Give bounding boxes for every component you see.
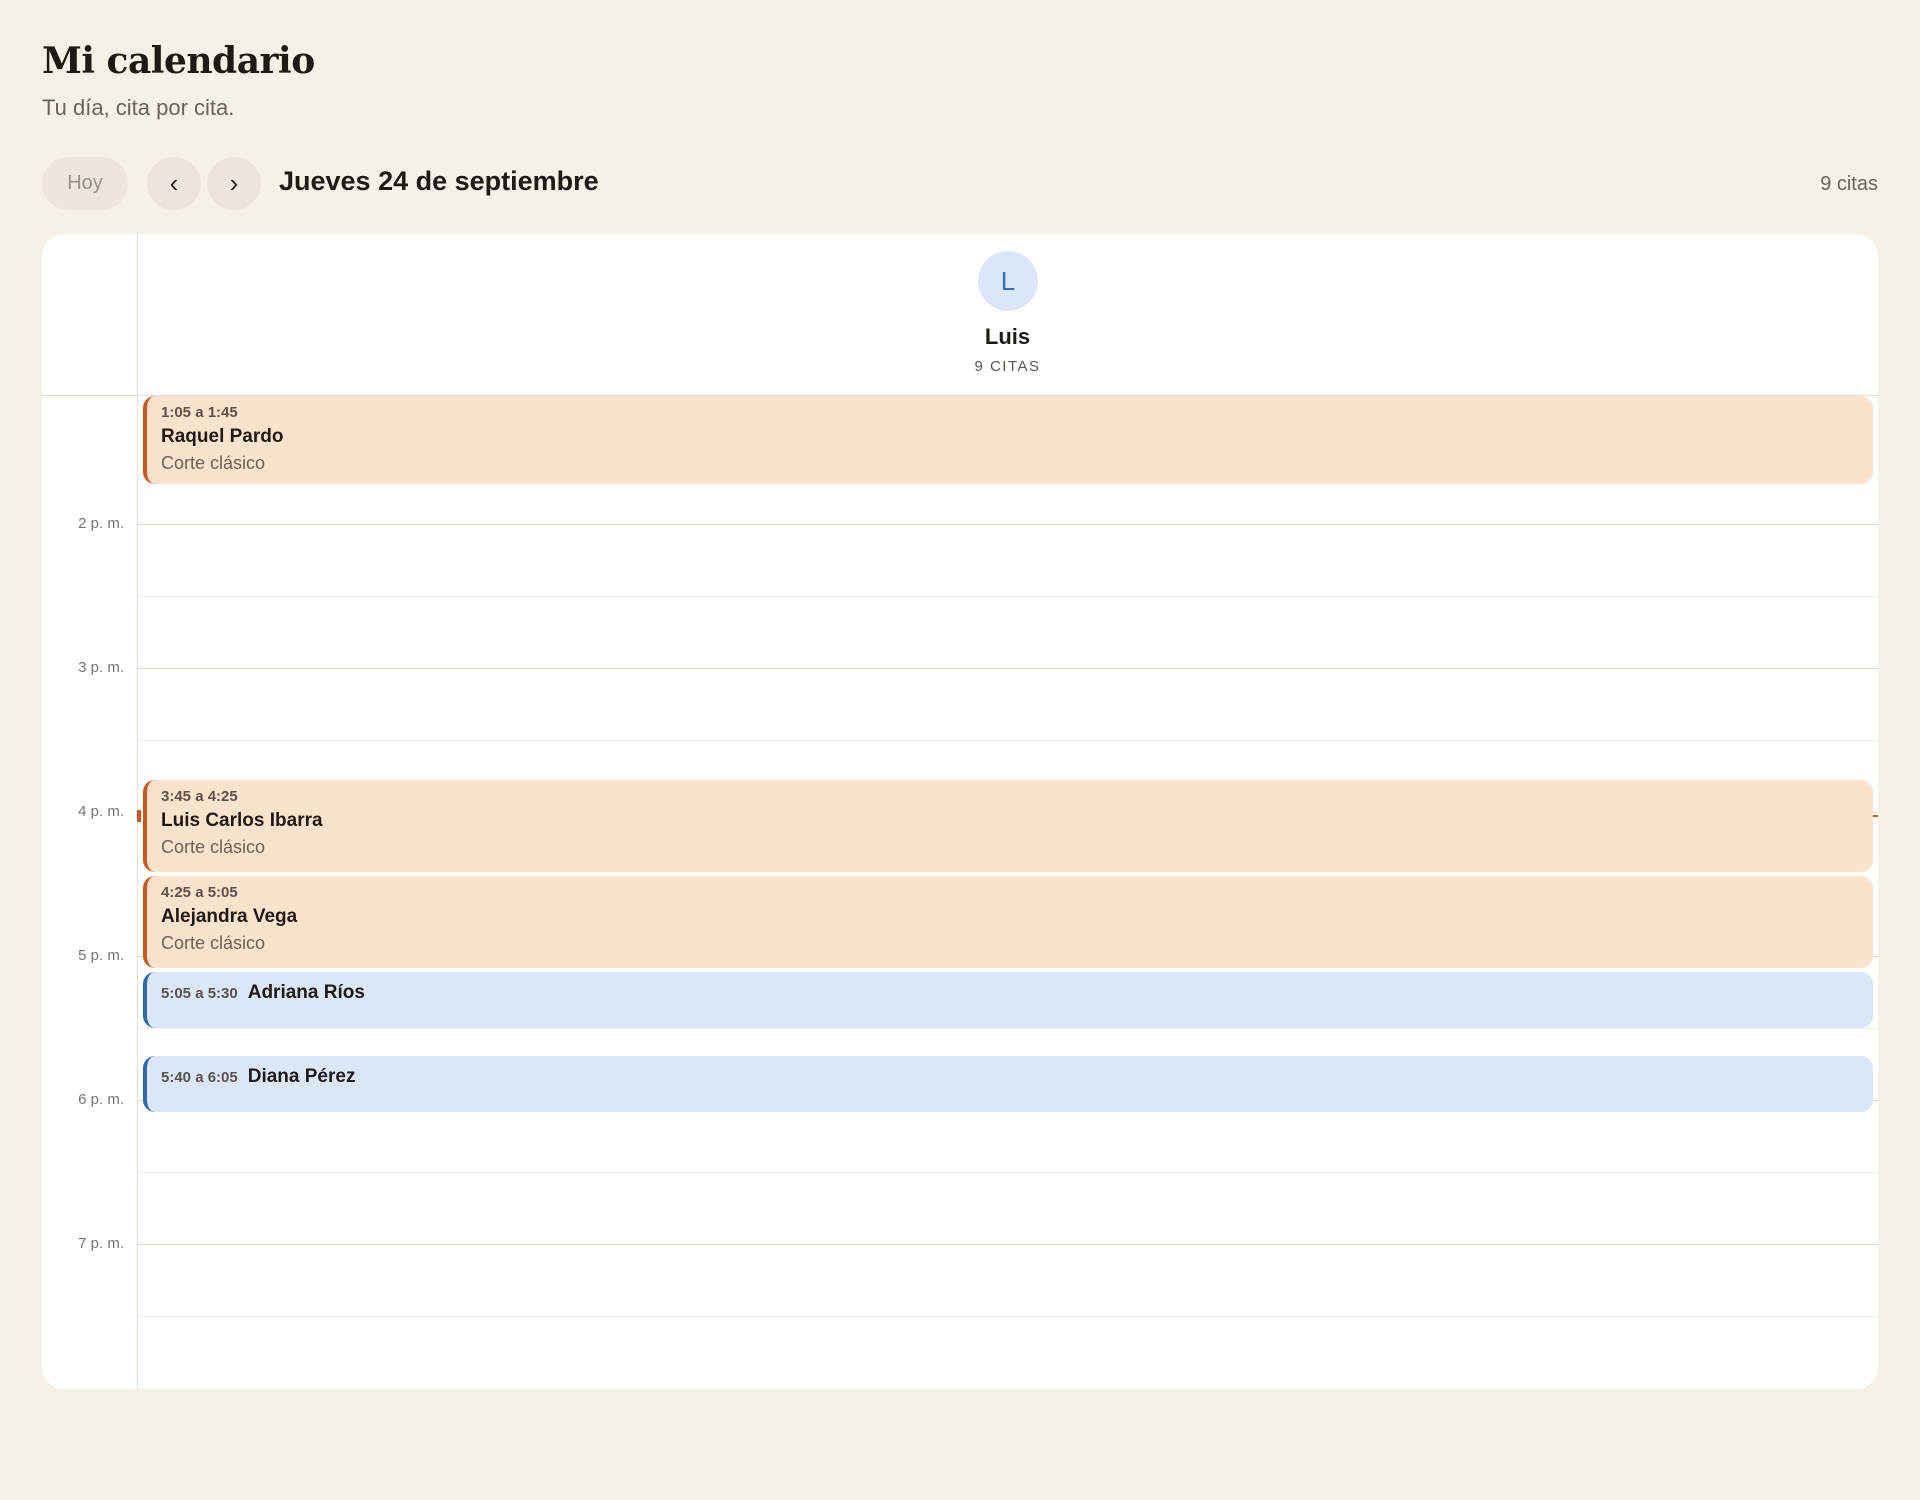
- appointment-client: Diana Pérez: [247, 1066, 356, 1087]
- appointment-summary: 5:05 a 5:30 Adriana Ríos: [161, 978, 1859, 1005]
- hour-label: 4 p. m.: [78, 803, 124, 820]
- current-time-marker: [137, 810, 141, 822]
- appointment-card[interactable]: 3:45 a 4:25 Luis Carlos Ibarra Corte clá…: [143, 780, 1873, 872]
- hour-label: 3 p. m.: [78, 659, 124, 676]
- appointment-time: 3:45 a 4:25: [161, 788, 238, 805]
- appointment-card[interactable]: 4:25 a 5:05 Alejandra Vega Corte clásico: [143, 876, 1873, 968]
- page-subtitle: Tu día, cita por cita.: [42, 95, 235, 120]
- appointment-time: 5:40 a 6:05: [161, 1069, 238, 1086]
- hour-line: [138, 524, 1878, 525]
- appointment-time: 4:25 a 5:05: [161, 884, 238, 901]
- appointment-service: Corte clásico: [161, 453, 266, 473]
- appointment-service: Corte clásico: [161, 837, 266, 857]
- today-button[interactable]: Hoy: [42, 157, 128, 210]
- half-hour-line: [138, 740, 1878, 741]
- half-hour-line: [138, 1028, 1878, 1029]
- hour-line: [138, 668, 1878, 669]
- chevron-right-icon: ›: [229, 168, 239, 198]
- appointment-summary: 5:40 a 6:05 Diana Pérez: [161, 1062, 1859, 1089]
- appointment-card[interactable]: 5:40 a 6:05 Diana Pérez: [143, 1056, 1873, 1112]
- prev-day-button[interactable]: ‹: [147, 157, 201, 210]
- staff-appointment-count: 9 CITAS: [974, 358, 1041, 375]
- hour-line: [138, 1244, 1878, 1245]
- hour-label: 2 p. m.: [78, 515, 124, 532]
- appointment-count: 9 citas: [1820, 173, 1878, 195]
- hour-label: 5 p. m.: [78, 947, 124, 964]
- appointment-client: Luis Carlos Ibarra: [161, 810, 323, 831]
- staff-name: Luis: [984, 324, 1031, 349]
- half-hour-line: [138, 1172, 1878, 1173]
- appointment-client: Alejandra Vega: [161, 906, 298, 927]
- next-day-button[interactable]: ›: [207, 157, 261, 210]
- hour-label: 7 p. m.: [78, 1235, 124, 1252]
- current-date: Jueves 24 de septiembre: [279, 166, 599, 196]
- page-title: Mi calendario: [42, 40, 315, 82]
- appointment-card[interactable]: 1:05 a 1:45 Raquel Pardo Corte clásico: [143, 396, 1873, 484]
- half-hour-line: [138, 1316, 1878, 1317]
- appointment-client: Adriana Ríos: [247, 982, 365, 1003]
- chevron-left-icon: ‹: [169, 168, 179, 198]
- appointment-time: 1:05 a 1:45: [161, 404, 238, 421]
- hour-label: 6 p. m.: [78, 1091, 124, 1108]
- staff-avatar[interactable]: L: [978, 251, 1038, 311]
- appointment-service: Corte clásico: [161, 933, 266, 953]
- half-hour-line: [138, 596, 1878, 597]
- calendar-card: L Luis 9 CITAS 2 p. m. 3 p. m. 4 p. m. 5…: [42, 234, 1878, 1389]
- appointment-time: 5:05 a 5:30: [161, 985, 238, 1002]
- appointment-client: Raquel Pardo: [161, 426, 284, 447]
- appointment-card[interactable]: 5:05 a 5:30 Adriana Ríos: [143, 972, 1873, 1028]
